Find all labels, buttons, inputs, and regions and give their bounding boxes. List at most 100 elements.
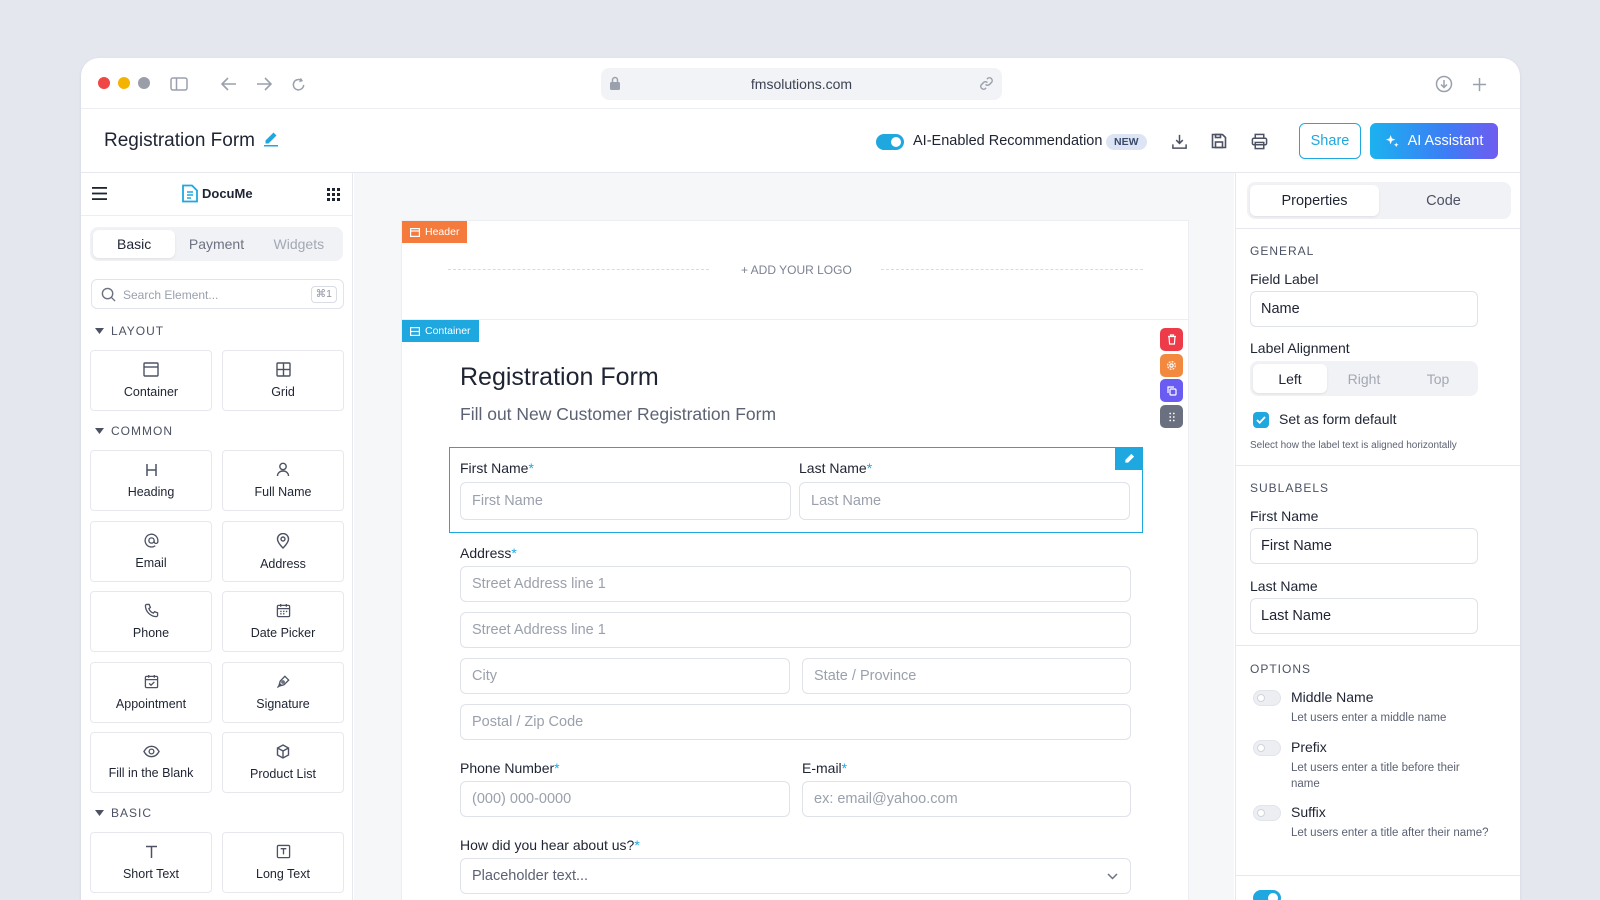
new-tab-plus-icon[interactable] <box>1468 73 1490 95</box>
general-section: GENERAL Field Label Name Label Alignment… <box>1236 228 1520 465</box>
delete-block-button[interactable] <box>1160 328 1183 351</box>
street-address-line-1-input[interactable]: Street Address line 1 <box>460 566 1131 602</box>
properties-code-tabs: Properties Code <box>1247 182 1511 219</box>
save-icon[interactable] <box>1208 130 1230 152</box>
section-layout-title: LAYOUT <box>111 324 165 338</box>
search-icon <box>101 287 116 307</box>
phone-number-input[interactable]: (000) 000-0000 <box>460 781 790 817</box>
phone-number-label: Phone Number* <box>460 760 560 776</box>
reload-icon[interactable] <box>287 73 309 95</box>
close-window-dot[interactable] <box>98 77 110 89</box>
header-tag: Header <box>402 221 468 243</box>
caret-down-icon <box>95 328 104 334</box>
add-logo-link[interactable]: + ADD YOUR LOGO <box>741 263 852 277</box>
search-element-input[interactable]: Search Element... ⌘1 <box>91 279 344 309</box>
minimize-window-dot[interactable] <box>118 77 130 89</box>
caret-down-icon <box>95 428 104 434</box>
section-layout-header[interactable]: LAYOUT <box>95 324 164 338</box>
alignment-right[interactable]: Right <box>1327 364 1401 393</box>
tab-widgets[interactable]: Widgets <box>258 230 340 258</box>
ai-assistant-button[interactable]: AI Assistant <box>1370 123 1498 159</box>
tab-properties[interactable]: Properties <box>1250 185 1379 216</box>
element-phone-label: Phone <box>132 626 170 640</box>
element-grid[interactable]: Grid <box>222 350 344 411</box>
element-heading[interactable]: Heading <box>90 450 212 511</box>
hear-about-us-select[interactable]: Placeholder text... <box>460 858 1131 894</box>
element-short-text[interactable]: Short Text <box>90 832 212 893</box>
element-signature[interactable]: Signature <box>222 662 344 723</box>
section-common-header[interactable]: COMMON <box>95 424 173 438</box>
sidebar-toggle-icon[interactable] <box>168 73 190 95</box>
city-input[interactable]: City <box>460 658 790 694</box>
forward-arrow-icon[interactable] <box>253 73 275 95</box>
container-block[interactable]: Container Registration Form Fill out New… <box>401 319 1189 900</box>
next-section <box>1236 875 1520 900</box>
email-input[interactable]: ex: email@yahoo.com <box>802 781 1131 817</box>
street-address-line-2-input[interactable]: Street Address line 1 <box>460 612 1131 648</box>
calendar-check-icon <box>144 674 158 689</box>
element-full-name[interactable]: Full Name <box>222 450 344 511</box>
suffix-toggle[interactable] <box>1253 805 1281 821</box>
share-button[interactable]: Share <box>1299 123 1361 159</box>
element-phone[interactable]: Phone <box>90 591 212 652</box>
field-label-input[interactable]: Name <box>1250 291 1478 327</box>
form-title: Registration Form <box>460 363 659 391</box>
middle-name-toggle[interactable] <box>1253 690 1281 706</box>
duplicate-block-button[interactable] <box>1160 379 1183 402</box>
suffix-desc: Let users enter a title after their name… <box>1291 827 1489 839</box>
element-long-text[interactable]: Long Text <box>222 832 344 893</box>
tab-basic[interactable]: Basic <box>93 230 176 258</box>
element-full-name-label: Full Name <box>254 485 312 499</box>
address-bar[interactable]: fmsolutions.com <box>601 68 1002 100</box>
checkmark-icon <box>1256 416 1266 424</box>
state-province-input[interactable]: State / Province <box>802 658 1131 694</box>
container-tag-label: Container <box>425 325 471 337</box>
section-common-title: COMMON <box>111 424 173 438</box>
alignment-top[interactable]: Top <box>1401 364 1475 393</box>
tab-code[interactable]: Code <box>1379 185 1508 216</box>
element-address[interactable]: Address <box>222 521 344 582</box>
settings-block-button[interactable] <box>1160 354 1183 377</box>
link-icon[interactable] <box>979 76 994 94</box>
ai-recommendation-toggle[interactable] <box>876 134 904 150</box>
logo-divider-right <box>881 269 1143 270</box>
edit-field-button[interactable] <box>1115 447 1143 470</box>
calendar-icon <box>276 603 290 618</box>
prefix-desc: Let users enter a title before their nam… <box>1291 762 1460 790</box>
zoom-window-dot[interactable] <box>138 77 150 89</box>
tab-payment[interactable]: Payment <box>175 230 257 258</box>
next-option-toggle[interactable] <box>1253 890 1281 900</box>
back-arrow-icon[interactable] <box>218 73 240 95</box>
panel-topbar: DocuMe <box>81 173 352 216</box>
set-default-checkbox[interactable] <box>1253 412 1269 428</box>
alignment-left[interactable]: Left <box>1253 364 1327 393</box>
sublabel-first-input[interactable]: First Name <box>1250 528 1478 564</box>
form-canvas: Header + ADD YOUR LOGO Container Registr… <box>354 173 1234 900</box>
download-icon[interactable] <box>1168 130 1190 152</box>
prefix-toggle[interactable] <box>1253 740 1281 756</box>
drag-handle-button[interactable] <box>1160 405 1183 428</box>
hamburger-menu-icon[interactable] <box>92 187 107 205</box>
download-circle-icon[interactable] <box>1433 73 1455 95</box>
first-name-input[interactable]: First Name <box>460 482 791 520</box>
element-container[interactable]: Container <box>90 350 212 411</box>
element-signature-label: Signature <box>256 697 310 711</box>
apps-grid-icon[interactable] <box>327 188 340 206</box>
element-email-label: Email <box>135 556 167 570</box>
middle-name-desc: Let users enter a middle name <box>1291 712 1447 724</box>
print-icon[interactable] <box>1248 130 1270 152</box>
element-date-picker[interactable]: Date Picker <box>222 591 344 652</box>
postal-zip-code-input[interactable]: Postal / Zip Code <box>460 704 1131 740</box>
sublabel-last-input[interactable]: Last Name <box>1250 598 1478 634</box>
element-category-tabs: Basic Payment Widgets <box>90 227 343 261</box>
element-fill-in-the-blank[interactable]: Fill in the Blank <box>90 732 212 793</box>
element-appointment[interactable]: Appointment <box>90 662 212 723</box>
first-name-label: First Name* <box>460 460 534 476</box>
element-email[interactable]: Email <box>90 521 212 582</box>
section-basic-header[interactable]: BASIC <box>95 806 152 820</box>
header-block[interactable]: Header + ADD YOUR LOGO <box>401 220 1189 320</box>
last-name-input[interactable]: Last Name <box>799 482 1130 520</box>
element-product-list[interactable]: Product List <box>222 732 344 793</box>
properties-panel: Properties Code GENERAL Field Label Name… <box>1235 173 1520 900</box>
edit-title-pencil-icon[interactable] <box>263 131 279 152</box>
